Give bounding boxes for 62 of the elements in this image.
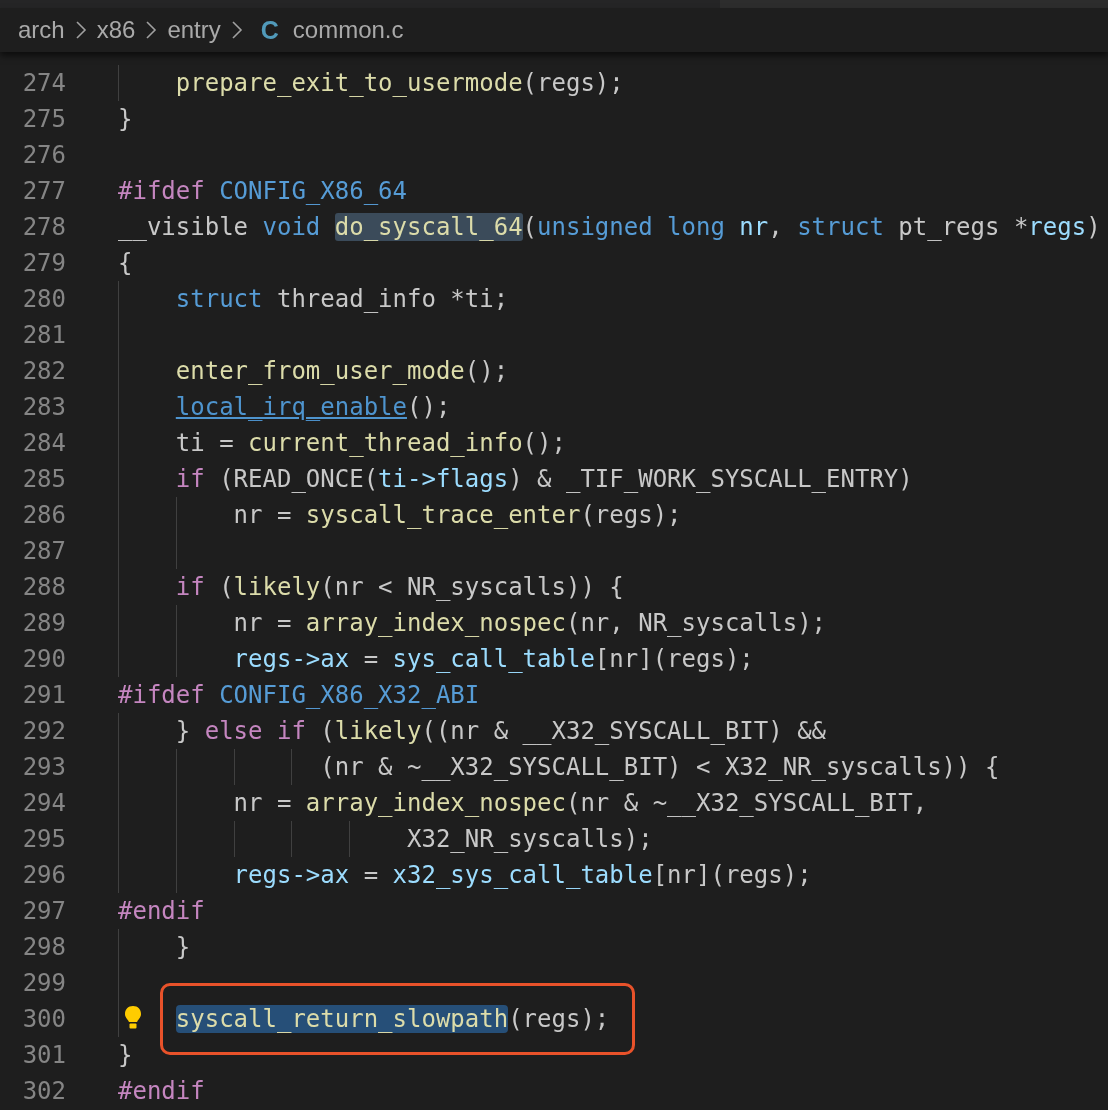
code-line: regs->ax = sys_call_table[nr](regs); [232,645,754,673]
code-line: nr = syscall_trace_enter(regs); [232,501,682,529]
chevron-icon [74,20,87,40]
line-number: 292 [21,717,66,745]
code-line: ti = current_thread_info(); [174,429,566,457]
line-number: 301 [21,1041,66,1069]
code-line: #ifdef CONFIG_X86_64 [118,177,407,205]
code-line: { [118,249,133,277]
line-number: 289 [21,609,66,637]
c-file-icon: C [260,15,279,45]
code-line: } [118,1041,133,1069]
breadcrumb-item[interactable]: x86 [96,16,136,44]
line-number: 285 [21,465,66,493]
line-number: 287 [21,537,66,565]
code-line: if (likely(nr < NR_syscalls)) { [174,573,624,601]
line-number: 279 [21,249,66,277]
line-number: 276 [21,141,66,169]
line-number: 295 [21,825,66,853]
line-number: 284 [21,429,66,457]
code-line: if (READ_ONCE(ti->flags) & _TIF_WORK_SYSCALL_ENTRY) [174,465,913,493]
code-line: nr = array_index_nospec(nr & ~__X32_SYSCALL_BIT, [232,789,928,817]
code-line: regs->ax = x32_sys_call_table[nr](regs); [232,861,812,889]
line-number: 286 [21,501,66,529]
line-number: 296 [21,861,66,889]
line-number: 298 [21,933,66,961]
chevron-icon [230,20,243,40]
chevron-icon [145,20,158,40]
line-number: 282 [21,357,66,385]
line-number: 297 [21,897,66,925]
breadcrumb-item[interactable]: common.c [292,16,404,44]
code-line: #endif [118,1077,205,1105]
line-number: 281 [21,321,66,349]
line-number: 277 [21,177,66,205]
code-line: struct thread_info *ti; [174,285,509,313]
code-line: (nr & ~__X32_SYSCALL_BIT) < X32_NR_syscalls)) { [319,753,1000,781]
code-line: enter_from_user_mode(); [174,357,509,385]
code-line: __visible void do_syscall_64(unsigned long nr, struct pt_regs *regs) [118,213,1101,241]
lightbulb-icon[interactable] [124,1005,142,1031]
line-number: 280 [21,285,66,313]
line-number: 291 [21,681,66,709]
code-line: X32_NR_syscalls); [406,825,653,853]
line-number: 288 [21,573,66,601]
line-number: 275 [21,105,66,133]
line-number: 274 [21,69,66,97]
code-line: #ifdef CONFIG_X86_X32_ABI [118,681,480,709]
code-line: nr = array_index_nospec(nr, NR_syscalls); [232,609,827,637]
line-number: 294 [21,789,66,817]
breadcrumb-item[interactable]: entry [167,16,221,44]
code-line: } [174,933,191,961]
line-number: 299 [21,969,66,997]
code-line: } else if (likely((nr & __X32_SYSCALL_BIT) && [174,717,827,745]
line-number: 293 [21,753,66,781]
code-line: #endif [118,897,205,925]
line-number: 278 [21,213,66,241]
line-number: 290 [21,645,66,673]
line-number: 300 [21,1005,66,1033]
line-number: 283 [21,393,66,421]
line-number: 302 [21,1077,66,1105]
code-line: local_irq_enable(); [174,393,451,421]
code-line: } [118,105,133,133]
breadcrumb-item[interactable]: arch [18,16,65,44]
code-line: prepare_exit_to_usermode(regs); [174,69,624,97]
